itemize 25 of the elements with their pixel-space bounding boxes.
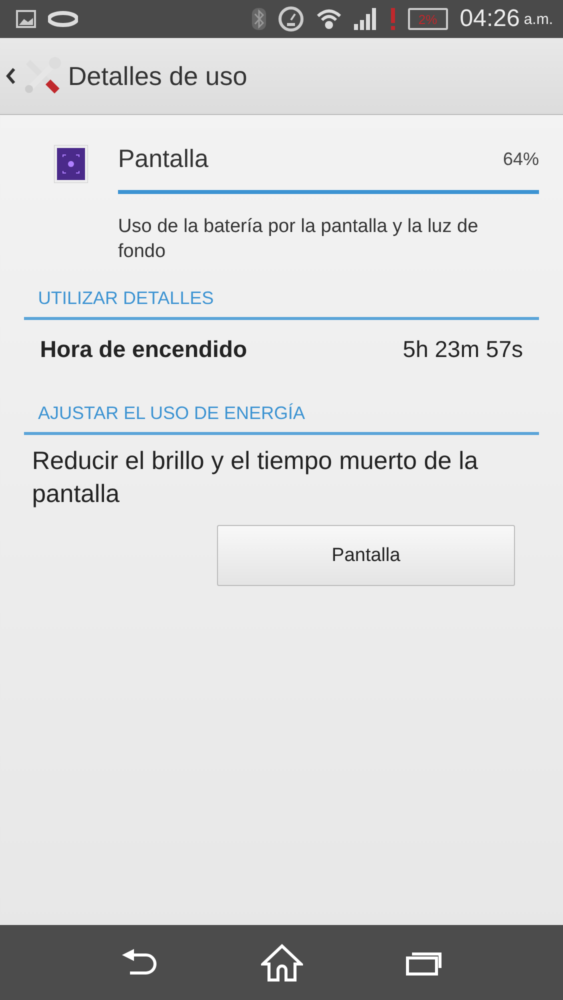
alert-icon (390, 8, 396, 30)
clock-period: a.m. (524, 10, 553, 28)
recents-icon[interactable] (406, 950, 442, 976)
home-icon[interactable] (260, 944, 302, 982)
image-icon (16, 10, 36, 28)
bluetooth-icon (252, 8, 266, 30)
section-header: UTILIZAR DETALLES (24, 274, 539, 320)
row-value: 5h 23m 57s (402, 336, 523, 363)
usage-percent: 64% (502, 149, 539, 170)
usage-name: Pantalla (118, 145, 208, 174)
back-icon[interactable] (122, 948, 158, 976)
back-icon[interactable] (6, 67, 16, 85)
band-icon (48, 11, 78, 27)
gauge-icon (278, 6, 304, 32)
signal-icon (354, 8, 378, 30)
screen-button[interactable]: Pantalla (217, 525, 515, 586)
section-text: Reducir el brillo y el tiempo muerto de la pantalla (31, 446, 480, 510)
wifi-icon (316, 8, 342, 30)
usage-description: Uso de la batería por la pantalla y la luz de fondo (118, 215, 480, 264)
section-header: AJUSTAR EL USO DE ENERGÍA (24, 389, 539, 435)
screen-app-icon (54, 145, 88, 183)
battery-indicator: 2% (408, 8, 448, 30)
screen-title: Detalles de uso (68, 60, 248, 92)
row-label: Hora de encendido (40, 336, 248, 363)
clock: 04:26 (460, 5, 520, 33)
